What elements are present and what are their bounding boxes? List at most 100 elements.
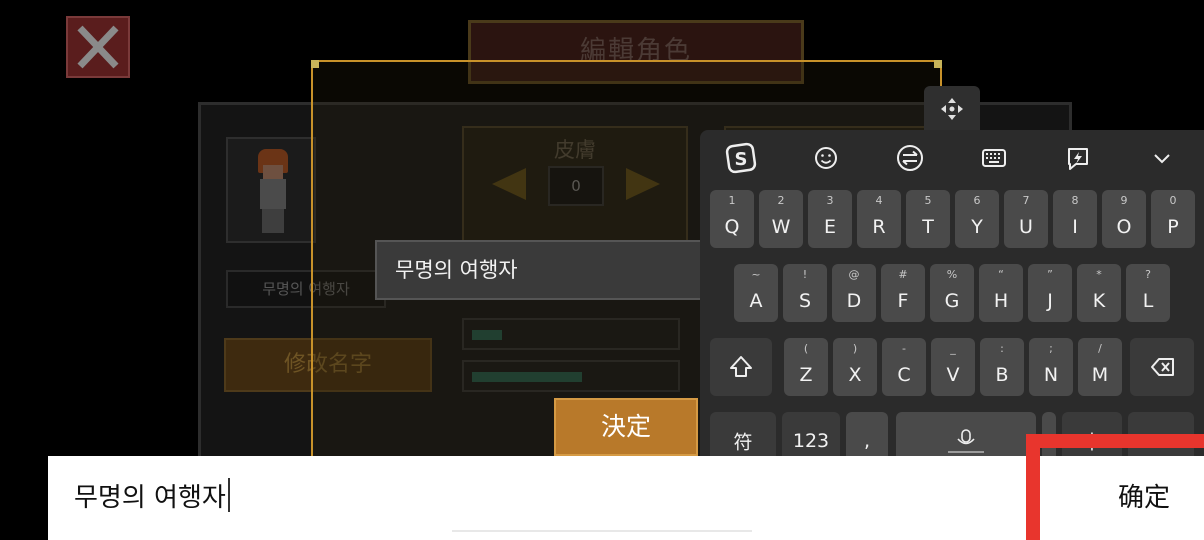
key-n[interactable]: ; N (1029, 338, 1073, 396)
key-hint: 8 (1071, 194, 1079, 207)
key-c[interactable]: -C (882, 338, 926, 396)
chevron-down-icon[interactable] (1144, 140, 1180, 176)
key-hint: - (902, 342, 906, 355)
key-g[interactable]: % G (930, 264, 974, 322)
key-label: N (1043, 364, 1059, 386)
key-t[interactable]: 5T (906, 190, 950, 248)
key-label: H (993, 290, 1009, 312)
key-hint: 9 (1120, 194, 1128, 207)
numbers-key-label: 123 (792, 430, 830, 452)
symbols-key-label: 符 (733, 431, 753, 454)
key-label: Y (971, 216, 983, 238)
key-hint: 7 (1022, 194, 1030, 207)
key-label: O (1116, 216, 1132, 238)
decide-button[interactable]: 決定 (554, 398, 698, 456)
key-label: M (1091, 364, 1109, 386)
close-icon (77, 25, 119, 69)
key-b[interactable]: :B (980, 338, 1024, 396)
shift-key[interactable] (710, 338, 772, 396)
key-d[interactable]: @ D (832, 264, 876, 322)
key-label: C (897, 364, 911, 386)
backspace-key[interactable] (1130, 338, 1194, 396)
key-label: V (946, 364, 960, 386)
key-label: K (1092, 290, 1106, 312)
key-hint: 6 (973, 194, 981, 207)
key-hint: / (1098, 342, 1102, 355)
move-icon (941, 98, 963, 120)
key-label: E (823, 216, 836, 238)
sogou-logo-icon[interactable]: S (724, 140, 760, 176)
key-u[interactable]: 7U (1004, 190, 1048, 248)
key-hint: @ (848, 268, 860, 281)
key-hint: ; (1049, 342, 1053, 355)
name-input[interactable]: 무명의 여행자 (375, 240, 705, 300)
key-label: F (897, 290, 909, 312)
key-i[interactable]: 8I (1053, 190, 1097, 248)
key-label: Q (724, 216, 740, 238)
key-k[interactable]: * K (1077, 264, 1121, 322)
keyboard-icon[interactable] (976, 140, 1012, 176)
key-h[interactable]: “H (979, 264, 1023, 322)
key-w[interactable]: 2W (759, 190, 803, 248)
key-hint: # (898, 268, 908, 281)
key-q[interactable]: 1Q (710, 190, 754, 248)
keyboard-move-handle[interactable] (924, 86, 980, 132)
key-hint: ( (803, 342, 809, 355)
key-label: A (749, 290, 763, 312)
key-v[interactable]: _ V (931, 338, 975, 396)
key-label: U (1019, 216, 1033, 238)
key-r[interactable]: 4R (857, 190, 901, 248)
key-z[interactable]: (Z (784, 338, 828, 396)
key-s[interactable]: ! S (783, 264, 827, 322)
key-y[interactable]: 6Y (955, 190, 999, 248)
key-e[interactable]: 3E (808, 190, 852, 248)
ime-input-text: 무명의 여행자 (74, 483, 226, 513)
shift-arrow-icon (730, 356, 752, 377)
key-p[interactable]: 0P (1151, 190, 1195, 248)
key-label: P (1167, 216, 1179, 238)
key-hint: 2 (777, 194, 785, 207)
text-caret (227, 478, 230, 512)
key-label: T (922, 216, 934, 238)
highlight-annotation (1026, 434, 1204, 540)
key-hint: 5 (924, 194, 932, 207)
key-hint: _ (950, 342, 956, 355)
key-hint: ” (1047, 268, 1053, 281)
key-hint: ? (1145, 268, 1151, 281)
key-label: L (1142, 290, 1154, 312)
key-label: W (771, 216, 791, 238)
key-o[interactable]: 9O (1102, 190, 1146, 248)
key-l[interactable]: ? L (1126, 264, 1170, 322)
key-label: R (872, 216, 886, 238)
key-label: J (1047, 290, 1053, 312)
key-m[interactable]: / M (1078, 338, 1122, 396)
comma-key-label: , (863, 430, 871, 452)
key-hint: “ (998, 268, 1004, 281)
key-a[interactable]: ~ A (734, 264, 778, 322)
key-hint: 1 (728, 194, 736, 207)
key-hint: : (1000, 342, 1004, 355)
home-indicator (452, 530, 752, 532)
svg-text:S: S (735, 149, 748, 170)
key-hint: 4 (875, 194, 883, 207)
ime-input-text-wrap: 무명의 여행자 (74, 478, 230, 518)
key-label: B (995, 364, 1009, 386)
soft-keyboard: S 1Q2W3E4R5T6Y7U8I9O0P ~ A! S @ D # F% G “H” J * K?… (700, 130, 1204, 482)
character-portrait (226, 137, 316, 243)
key-label: I (1072, 216, 1078, 238)
key-j[interactable]: ” J (1028, 264, 1072, 322)
quick-phrase-icon[interactable] (1060, 140, 1096, 176)
key-f[interactable]: # F (881, 264, 925, 322)
close-button[interactable] (66, 16, 130, 78)
key-hint: ~ (751, 268, 761, 281)
key-hint: ! (802, 268, 808, 281)
key-x[interactable]: ) X (833, 338, 877, 396)
key-label: S (798, 290, 812, 312)
key-label: X (848, 364, 862, 386)
key-hint: 3 (826, 194, 834, 207)
emoji-icon[interactable] (808, 140, 844, 176)
keyboard-toolbar: S (700, 130, 1204, 186)
switch-icon[interactable] (892, 140, 928, 176)
key-label: G (944, 290, 960, 312)
key-label: Z (799, 364, 813, 386)
